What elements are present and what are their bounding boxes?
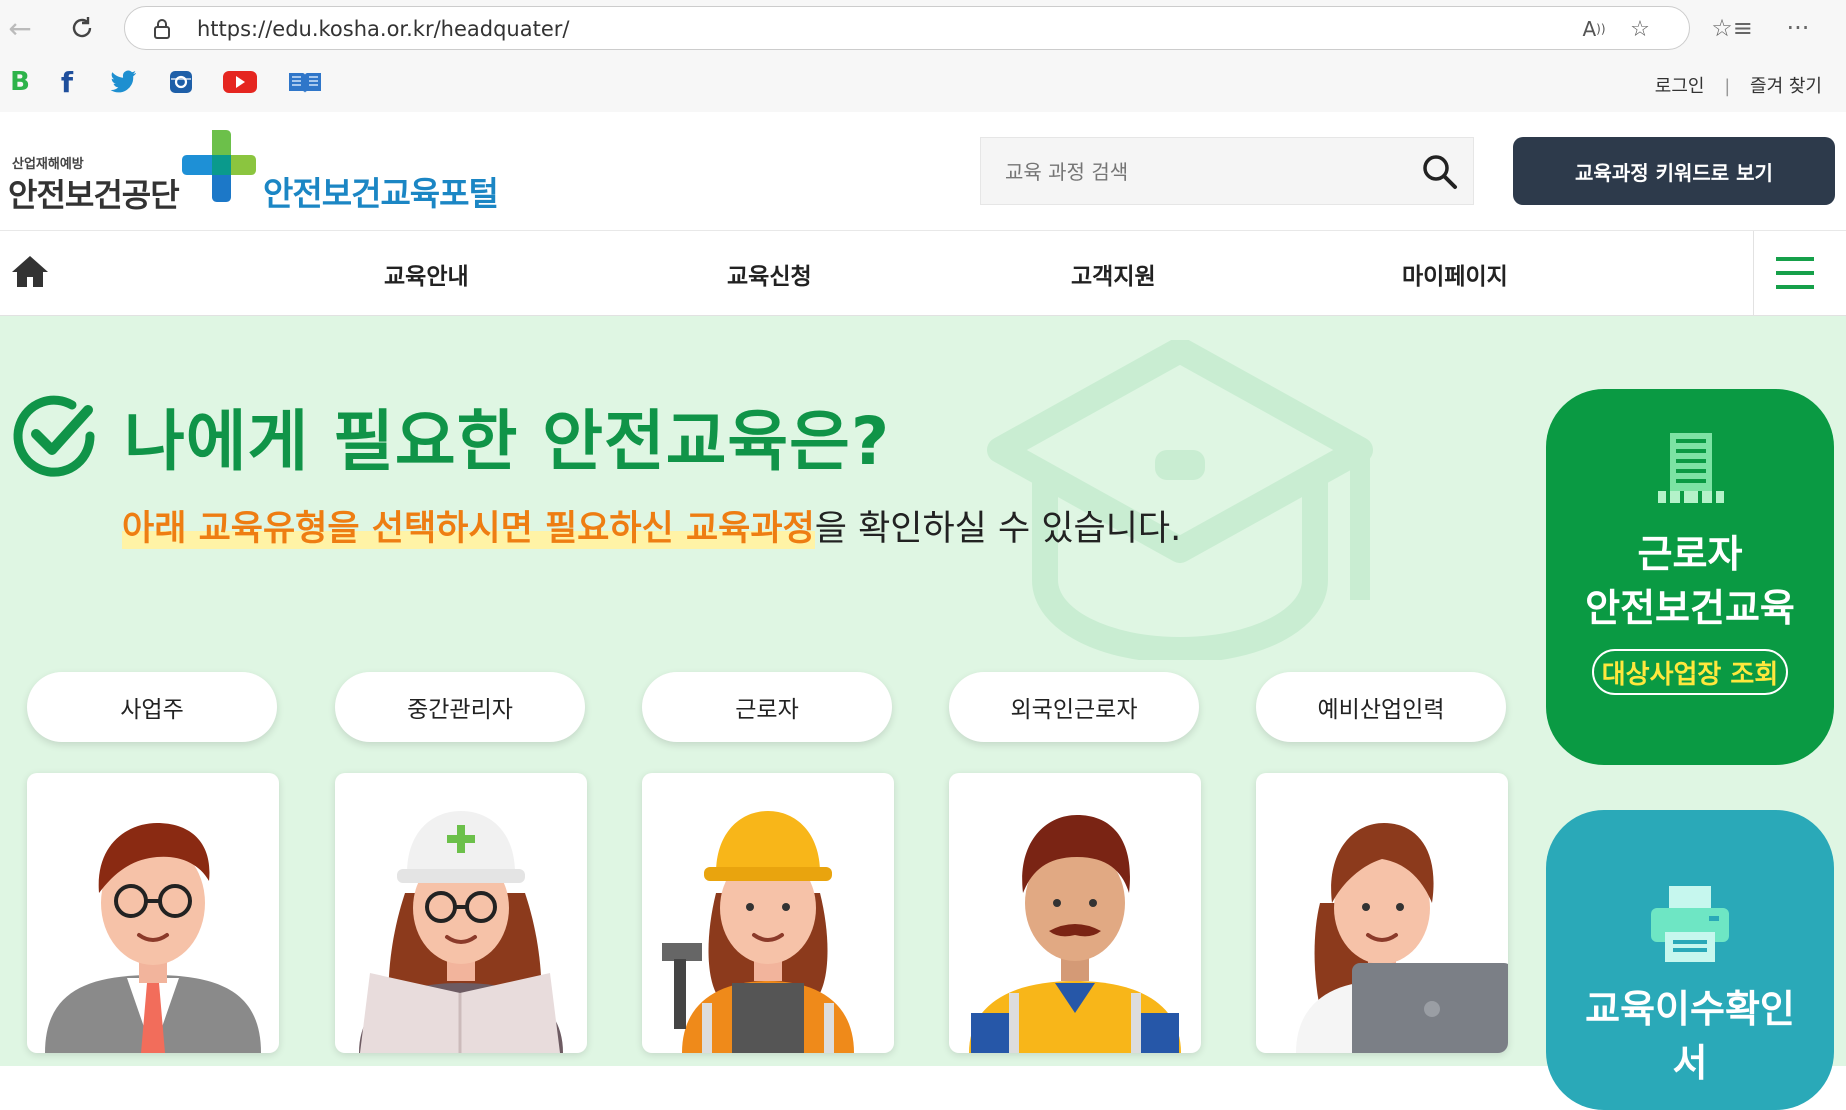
foreign-worker-illustration	[969, 815, 1181, 1053]
target-workplace-lookup-button[interactable]: 대상사업장 조회	[1592, 649, 1788, 695]
hero-title: 나에게 필요한 안전교육은?	[124, 403, 891, 480]
logo-cross-icon[interactable]	[182, 128, 256, 208]
address-bar[interactable]: https://edu.kosha.or.kr/headquater/ A)) …	[124, 6, 1690, 50]
portal-name[interactable]: 안전보건교육포털	[263, 167, 499, 215]
book-icon[interactable]	[287, 67, 323, 97]
nav-item-customer-support[interactable]: 고객지원	[1071, 257, 1156, 291]
worker-education-banner[interactable]: 근로자 안전보건교육	[1546, 389, 1834, 765]
employer-illustration	[45, 823, 261, 1053]
browser-toolbar: ← https://edu.kosha.or.kr/headquater/ A)…	[0, 0, 1846, 56]
favorites-list-icon[interactable]: ☆≡	[1711, 6, 1753, 50]
social-bar	[0, 56, 1846, 112]
blog-icon[interactable]: B	[5, 67, 35, 97]
twitter-icon[interactable]	[108, 67, 138, 97]
prospective-workforce-card[interactable]	[1256, 773, 1508, 1053]
nav-item-education-guide[interactable]: 교육안내	[384, 257, 469, 291]
nav-item-mypage[interactable]: 마이페이지	[1402, 257, 1508, 291]
top-links-separator: |	[1724, 76, 1731, 97]
back-arrow-icon[interactable]: ←	[0, 6, 40, 50]
education-completion-banner[interactable]: 교육이수확인 서	[1546, 810, 1834, 1110]
middle-manager-illustration	[359, 811, 563, 1053]
more-dots-icon[interactable]: ···	[1778, 6, 1818, 50]
tab-foreign-worker[interactable]: 외국인근로자	[949, 672, 1199, 742]
worker-card[interactable]	[642, 773, 894, 1053]
lock-icon[interactable]	[147, 14, 177, 44]
hero-subtitle: 아래 교육유형을 선택하시면 필요하신 교육과정을 확인하실 수 있습니다.	[122, 500, 1181, 551]
search-icon[interactable]	[1421, 153, 1459, 195]
printer-icon	[1651, 886, 1729, 962]
foreign-worker-card[interactable]	[949, 773, 1201, 1053]
top-links: 로그인 | 즐겨 찾기	[1655, 72, 1822, 98]
tab-prospective-workforce[interactable]: 예비산업인력	[1256, 672, 1506, 742]
url-text[interactable]: https://edu.kosha.or.kr/headquater/	[197, 17, 569, 41]
home-icon[interactable]	[10, 253, 50, 293]
youtube-icon[interactable]	[222, 67, 258, 97]
tab-middle-manager[interactable]: 중간관리자	[335, 672, 585, 742]
tab-employer[interactable]: 사업주	[27, 672, 277, 742]
worker-education-title-line2: 안전보건교육	[1585, 586, 1795, 630]
hero-subtitle-highlight: 아래 교육유형을 선택하시면 필요하신 교육과정	[122, 509, 815, 549]
worker-illustration	[662, 811, 854, 1053]
middle-manager-card[interactable]	[335, 773, 587, 1053]
keyword-courses-button[interactable]: 교육과정 키워드로 보기	[1513, 137, 1835, 205]
course-search-input[interactable]	[1003, 156, 1387, 188]
worker-education-title-line1: 근로자	[1637, 532, 1743, 576]
read-aloud-icon[interactable]: A))	[1579, 14, 1609, 44]
completion-title-line2: 서	[1672, 1041, 1708, 1085]
hamburger-icon	[1776, 257, 1814, 289]
check-circle-icon	[10, 392, 98, 484]
completion-title-line1: 교육이수확인	[1585, 987, 1795, 1031]
favorites-link[interactable]: 즐겨 찾기	[1750, 76, 1822, 97]
building-icon	[1658, 433, 1724, 503]
org-name[interactable]: 안전보건공단	[8, 170, 180, 216]
nav-item-education-apply[interactable]: 교육신청	[727, 257, 812, 291]
course-search-box	[980, 137, 1474, 205]
portal-name-text: 안전보건교육포털	[263, 174, 499, 213]
hamburger-menu-button[interactable]	[1753, 231, 1846, 315]
main-nav	[0, 231, 1846, 316]
instagram-icon[interactable]	[166, 67, 196, 97]
employer-card[interactable]	[27, 773, 279, 1053]
facebook-icon[interactable]: f	[52, 66, 82, 99]
login-link[interactable]: 로그인	[1655, 76, 1705, 97]
star-icon[interactable]: ☆	[1625, 14, 1655, 44]
hero-subtitle-rest: 을 확인하실 수 있습니다.	[814, 509, 1182, 549]
tab-worker[interactable]: 근로자	[642, 672, 892, 742]
prospective-workforce-illustration	[1296, 823, 1508, 1053]
reload-icon[interactable]	[62, 6, 102, 50]
